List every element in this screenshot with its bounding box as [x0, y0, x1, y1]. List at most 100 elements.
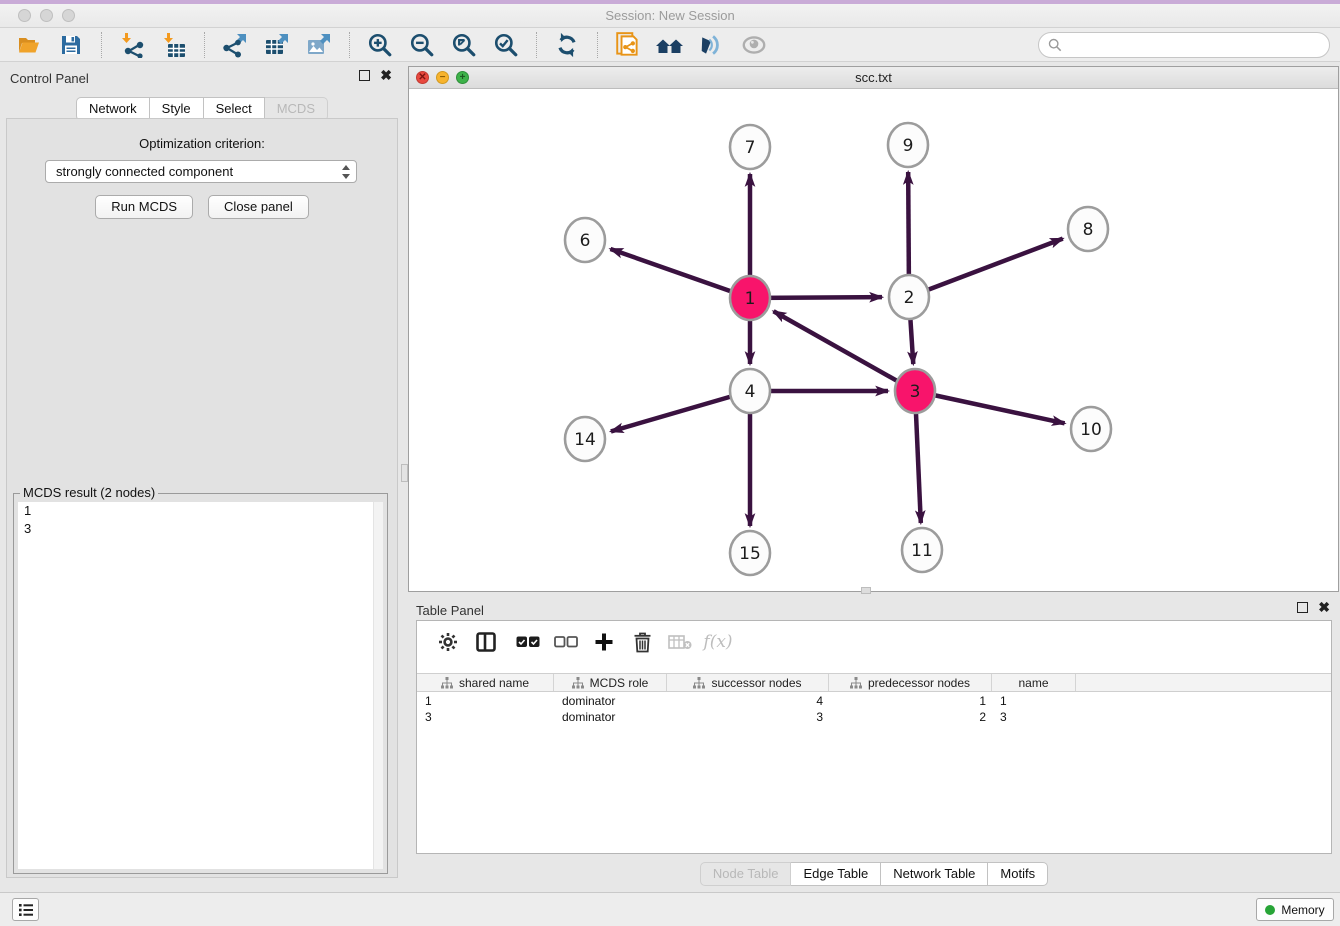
table-row[interactable]: 3 dominator 3 2 3 — [417, 709, 1331, 725]
zoom-selected-button[interactable] — [490, 30, 522, 60]
run-mcds-button[interactable]: Run MCDS — [95, 195, 193, 219]
show-column-panel-icon[interactable] — [471, 628, 501, 656]
cell-predecessor-nodes[interactable]: 2 — [829, 709, 992, 725]
ndex-browse-button[interactable] — [654, 30, 686, 60]
optimization-criterion-label: Optimization criterion: — [7, 136, 397, 151]
cell-mcds-role[interactable]: dominator — [554, 709, 667, 725]
cell-name[interactable]: 1 — [992, 693, 1076, 709]
graph-edge-4-14[interactable] — [611, 391, 750, 431]
tab-node-table[interactable]: Node Table — [700, 862, 792, 886]
tab-motifs[interactable]: Motifs — [988, 862, 1048, 886]
close-window-button[interactable] — [18, 9, 31, 22]
delete-column-trash-icon[interactable] — [627, 628, 657, 656]
create-column-icon[interactable] — [589, 628, 619, 656]
export-table-button[interactable] — [261, 30, 293, 60]
graph-node-10[interactable]: 10 — [1071, 407, 1111, 451]
close-table-panel-icon[interactable]: ✖ — [1318, 602, 1330, 613]
criterion-value: strongly connected component — [56, 164, 233, 179]
window-title: Session: New Session — [0, 8, 1340, 23]
zoom-window-button[interactable] — [62, 9, 75, 22]
float-panel-icon[interactable] — [359, 70, 370, 81]
close-panel-icon[interactable]: ✖ — [380, 70, 392, 81]
graph-edge-3-1[interactable] — [774, 311, 915, 391]
graph-node-1[interactable]: 1 — [730, 276, 770, 320]
import-network-button[interactable] — [116, 30, 148, 60]
window-titlebar: Session: New Session — [0, 4, 1340, 28]
svg-text:1: 1 — [745, 289, 756, 309]
export-image-button[interactable] — [303, 30, 335, 60]
minimize-window-button[interactable] — [40, 9, 53, 22]
column-header-name[interactable]: name — [992, 674, 1076, 691]
apply-style-button[interactable] — [696, 30, 728, 60]
zoom-in-button[interactable] — [364, 30, 396, 60]
graph-node-11[interactable]: 11 — [902, 528, 942, 572]
graph-node-3[interactable]: 3 — [895, 369, 935, 413]
criterion-select[interactable]: strongly connected component — [45, 160, 357, 183]
column-header-mcds-role[interactable]: MCDS role — [554, 674, 667, 691]
vertical-splitter-grip[interactable] — [401, 464, 408, 482]
control-panel: Control Panel ✖ Network Style Select MCD… — [0, 62, 404, 892]
cell-shared-name[interactable]: 1 — [417, 693, 554, 709]
column-label: name — [1018, 676, 1048, 690]
cell-mcds-role[interactable]: dominator — [554, 693, 667, 709]
graph-edge-2-8[interactable] — [909, 239, 1063, 297]
export-network-button[interactable] — [219, 30, 251, 60]
network-canvas[interactable]: 7 9 6 8 1 2 4 3 14 10 15 11 — [409, 89, 1338, 591]
list-icon — [18, 903, 34, 917]
refresh-button[interactable] — [551, 30, 583, 60]
table-header-row: shared name MCDS role successor nodes pr… — [417, 673, 1331, 692]
show-graphics-details-button[interactable] — [738, 30, 770, 60]
close-panel-button[interactable]: Close panel — [208, 195, 309, 219]
memory-button[interactable]: Memory — [1256, 898, 1334, 921]
result-line: 1 — [18, 502, 383, 520]
mcds-result-box: MCDS result (2 nodes) 1 3 — [13, 493, 388, 874]
import-table-button[interactable] — [158, 30, 190, 60]
result-scrollbar[interactable] — [373, 502, 383, 869]
graph-node-8[interactable]: 8 — [1068, 207, 1108, 251]
column-header-predecessor-nodes[interactable]: predecessor nodes — [829, 674, 992, 691]
task-history-button[interactable] — [12, 898, 39, 921]
tab-network-table[interactable]: Network Table — [881, 862, 988, 886]
cell-name[interactable]: 3 — [992, 709, 1076, 725]
mcds-result-text[interactable]: 1 3 — [18, 502, 383, 869]
network-window-titlebar[interactable]: ✕ − + scc.txt — [409, 67, 1338, 89]
ndex-import-button[interactable] — [612, 30, 644, 60]
tab-edge-table[interactable]: Edge Table — [791, 862, 881, 886]
float-table-panel-icon[interactable] — [1297, 602, 1308, 613]
horizontal-splitter-grip[interactable] — [861, 587, 871, 594]
table-settings-gear-icon[interactable] — [433, 628, 463, 656]
graph-node-9[interactable]: 9 — [888, 123, 928, 167]
graph-node-6[interactable]: 6 — [565, 218, 605, 262]
svg-text:10: 10 — [1080, 420, 1102, 440]
table-panel-title: Table Panel — [416, 603, 484, 618]
cell-shared-name[interactable]: 3 — [417, 709, 554, 725]
svg-text:11: 11 — [911, 541, 933, 561]
graph-node-4[interactable]: 4 — [730, 369, 770, 413]
graph-node-15[interactable]: 15 — [730, 531, 770, 575]
cell-successor-nodes[interactable]: 4 — [667, 693, 829, 709]
graph-node-14[interactable]: 14 — [565, 417, 605, 461]
table-row[interactable]: 1 dominator 4 1 1 — [417, 693, 1331, 709]
search-input[interactable] — [1067, 38, 1329, 53]
cell-successor-nodes[interactable]: 3 — [667, 709, 829, 725]
memory-status-icon — [1265, 905, 1275, 915]
search-field[interactable] — [1038, 32, 1330, 58]
deselect-all-columns-icon[interactable] — [551, 628, 581, 656]
graph-edge-3-10[interactable] — [915, 391, 1065, 423]
save-session-button[interactable] — [55, 30, 87, 60]
graph-node-7[interactable]: 7 — [730, 125, 770, 169]
column-header-shared-name[interactable]: shared name — [417, 674, 554, 691]
graph-node-2[interactable]: 2 — [889, 275, 929, 319]
open-session-button[interactable] — [13, 30, 45, 60]
column-type-icon — [850, 677, 862, 689]
graph-edge-1-6[interactable] — [610, 249, 750, 298]
select-all-columns-icon[interactable] — [513, 628, 543, 656]
network-graph: 7 9 6 8 1 2 4 3 14 10 15 11 — [409, 89, 1338, 591]
svg-text:6: 6 — [580, 231, 591, 251]
column-header-successor-nodes[interactable]: successor nodes — [667, 674, 829, 691]
svg-text:2: 2 — [904, 288, 915, 308]
memory-label: Memory — [1281, 903, 1324, 917]
cell-predecessor-nodes[interactable]: 1 — [829, 693, 992, 709]
zoom-out-button[interactable] — [406, 30, 438, 60]
zoom-fit-button[interactable] — [448, 30, 480, 60]
